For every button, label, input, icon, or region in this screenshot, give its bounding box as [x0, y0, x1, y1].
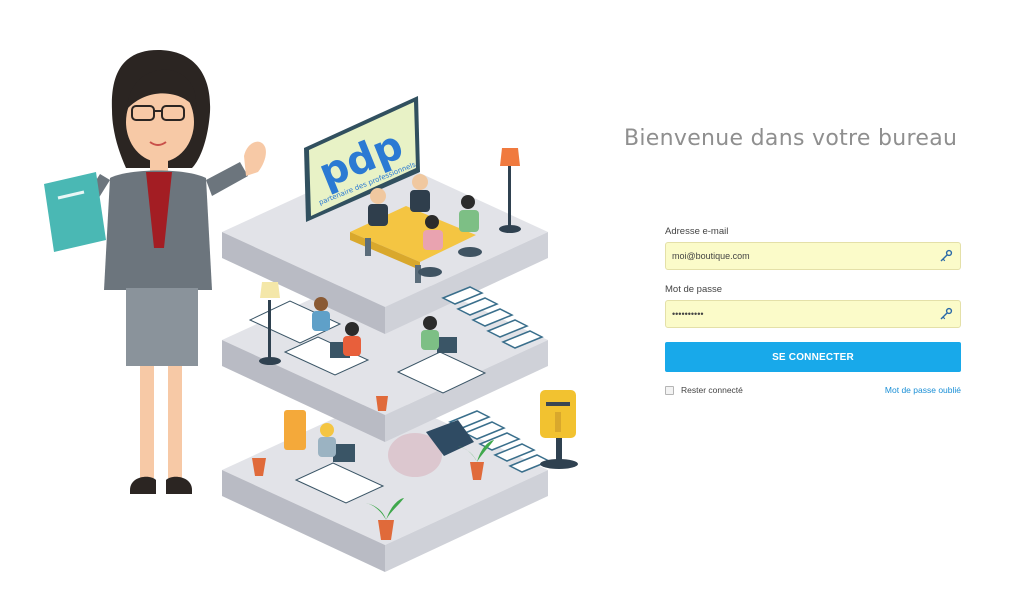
password-label: Mot de passe — [665, 284, 723, 295]
email-field[interactable] — [666, 243, 932, 269]
form-footer: Rester connecté Mot de passe oublié — [665, 385, 961, 395]
mailbox — [540, 390, 578, 469]
login-button[interactable]: SE CONNECTER — [665, 342, 961, 372]
welcome-title: Bienvenue dans votre bureau — [624, 126, 958, 151]
email-field-wrapper — [665, 242, 961, 270]
remember-label: Rester connecté — [681, 385, 743, 395]
login-form: Adresse e-mail Mot de passe SE CONNECTER… — [665, 226, 961, 395]
woman-character — [44, 50, 266, 494]
forgot-password-link[interactable]: Mot de passe oublié — [885, 385, 961, 395]
office-illustration: pdp partenaire des professionnels — [0, 0, 600, 603]
autofill-key-icon[interactable] — [939, 307, 953, 321]
password-field[interactable] — [666, 301, 932, 327]
remember-me[interactable]: Rester connecté — [665, 385, 743, 395]
autofill-key-icon[interactable] — [939, 249, 953, 263]
remember-checkbox[interactable] — [665, 385, 674, 395]
email-label: Adresse e-mail — [665, 226, 729, 237]
password-field-wrapper — [665, 300, 961, 328]
